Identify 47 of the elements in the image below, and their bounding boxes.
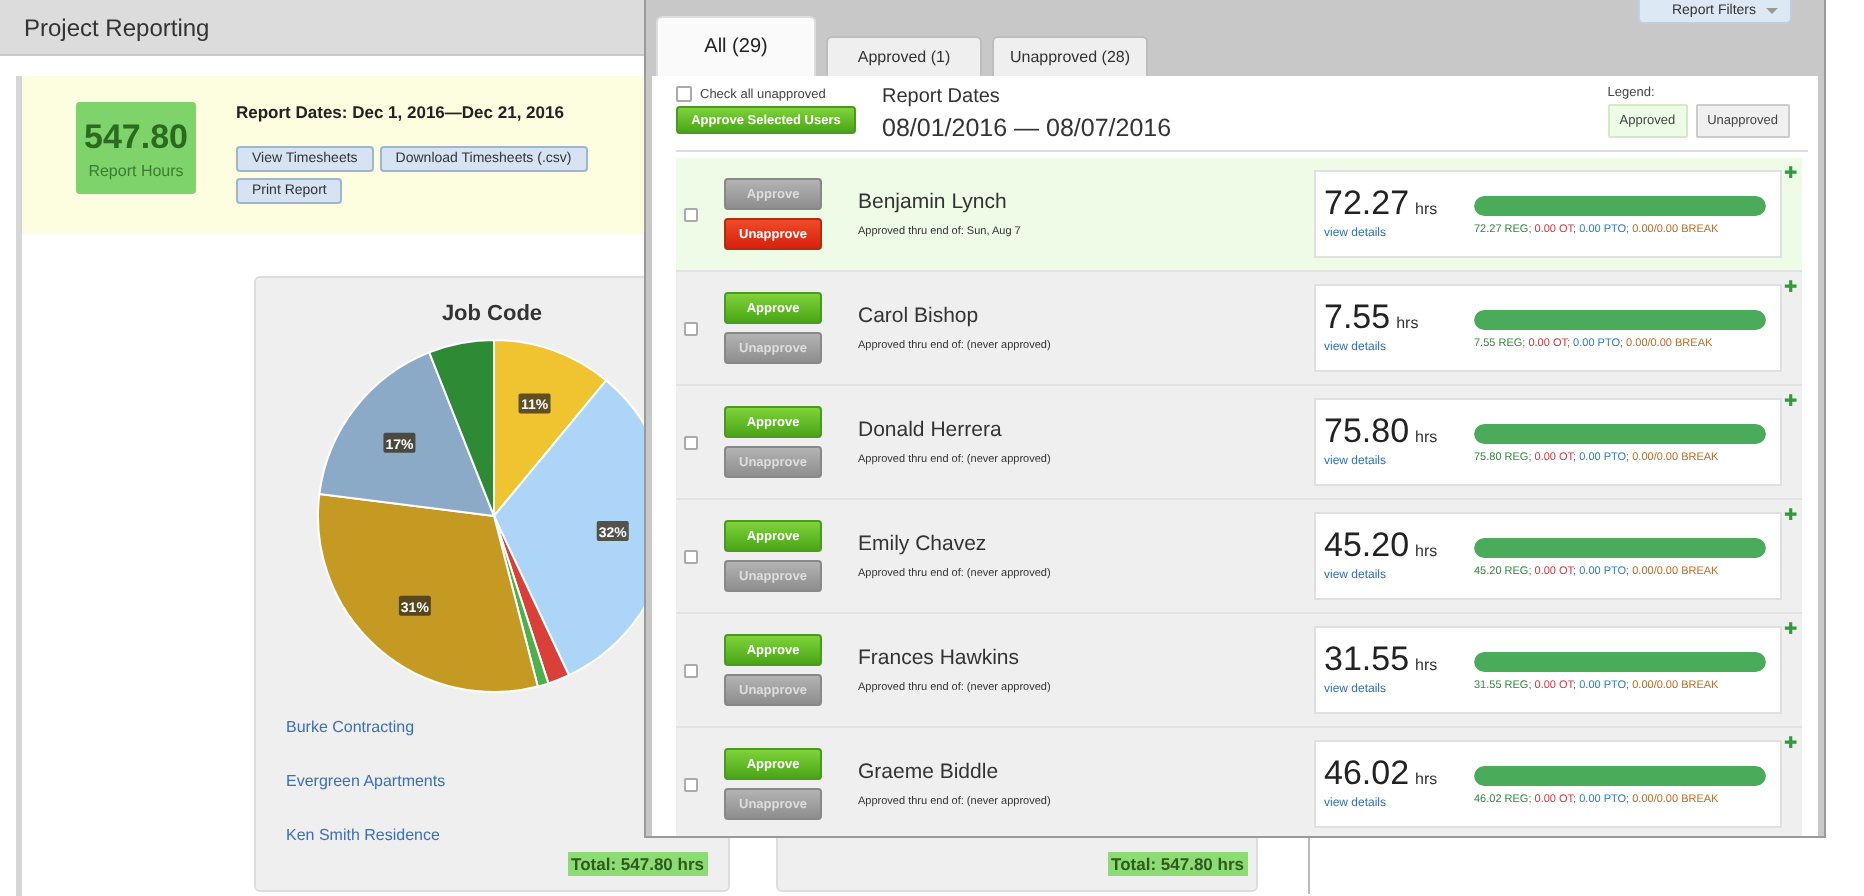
checkbox[interactable]	[676, 86, 692, 102]
add-icon[interactable]: ✚	[1784, 736, 1798, 752]
hours-unit: hrs	[1415, 656, 1438, 674]
employee-name: Graeme Biddle	[858, 760, 1001, 784]
add-icon[interactable]: ✚	[1784, 508, 1798, 524]
hours-value: 45.20	[1324, 526, 1410, 566]
total-badge: Total: 547.80 hrs	[1107, 852, 1248, 876]
hours-unit: hrs	[1415, 428, 1438, 446]
report-dates-label: Report Dates	[882, 86, 1002, 108]
hours-value: 31.55	[1324, 640, 1410, 680]
checkbox[interactable]	[684, 777, 698, 791]
caret-icon	[1766, 8, 1778, 14]
legend-link[interactable]: Ken Smith Residence	[286, 826, 440, 844]
hours-unit: hrs	[1415, 542, 1438, 560]
legend-link[interactable]: Burke Contracting	[286, 718, 415, 736]
page-title: Project Reporting	[24, 13, 210, 41]
checkbox[interactable]	[684, 207, 698, 221]
employee-name: Benjamin Lynch	[858, 190, 1009, 214]
employee-name: Emily Chavez	[858, 532, 989, 556]
hours-label: Report Hours	[88, 161, 184, 179]
checkbox[interactable]	[684, 663, 698, 677]
filter-tab[interactable]: Unapproved (28)	[992, 36, 1148, 76]
filter-tab[interactable]: All (29)	[656, 16, 816, 76]
add-icon[interactable]: ✚	[1784, 280, 1798, 296]
hours-unit: hrs	[1415, 770, 1438, 788]
filter-tab[interactable]: Approved (1)	[826, 36, 982, 76]
hours-value: 46.02	[1324, 754, 1410, 794]
hours-value: 7.55	[1324, 298, 1391, 338]
hours-unit: hrs	[1396, 314, 1419, 332]
total-hours: 547.80	[84, 117, 188, 157]
checkbox[interactable]	[684, 321, 698, 335]
employee-name: Frances Hawkins	[858, 646, 1022, 670]
report-dates: 08/01/2016 — 08/07/2016	[882, 114, 1174, 142]
add-icon[interactable]: ✚	[1784, 166, 1798, 182]
total-badge: Total: 547.80 hrs	[567, 852, 708, 876]
employee-name: Carol Bishop	[858, 304, 981, 328]
add-icon[interactable]: ✚	[1784, 622, 1798, 638]
checkbox[interactable]	[684, 549, 698, 563]
employee-name: Donald Herrera	[858, 418, 1004, 442]
chart-title: Job Code	[439, 302, 545, 326]
hours-value: 75.80	[1324, 412, 1410, 452]
checkbox[interactable]	[684, 435, 698, 449]
report-dates: Report Dates: Dec 1, 2016—Dec 21, 2016	[236, 102, 566, 122]
hours-value: 72.27	[1324, 184, 1410, 224]
legend-link[interactable]: Evergreen Apartments	[286, 772, 446, 790]
add-icon[interactable]: ✚	[1784, 394, 1798, 410]
hours-unit: hrs	[1415, 200, 1438, 218]
